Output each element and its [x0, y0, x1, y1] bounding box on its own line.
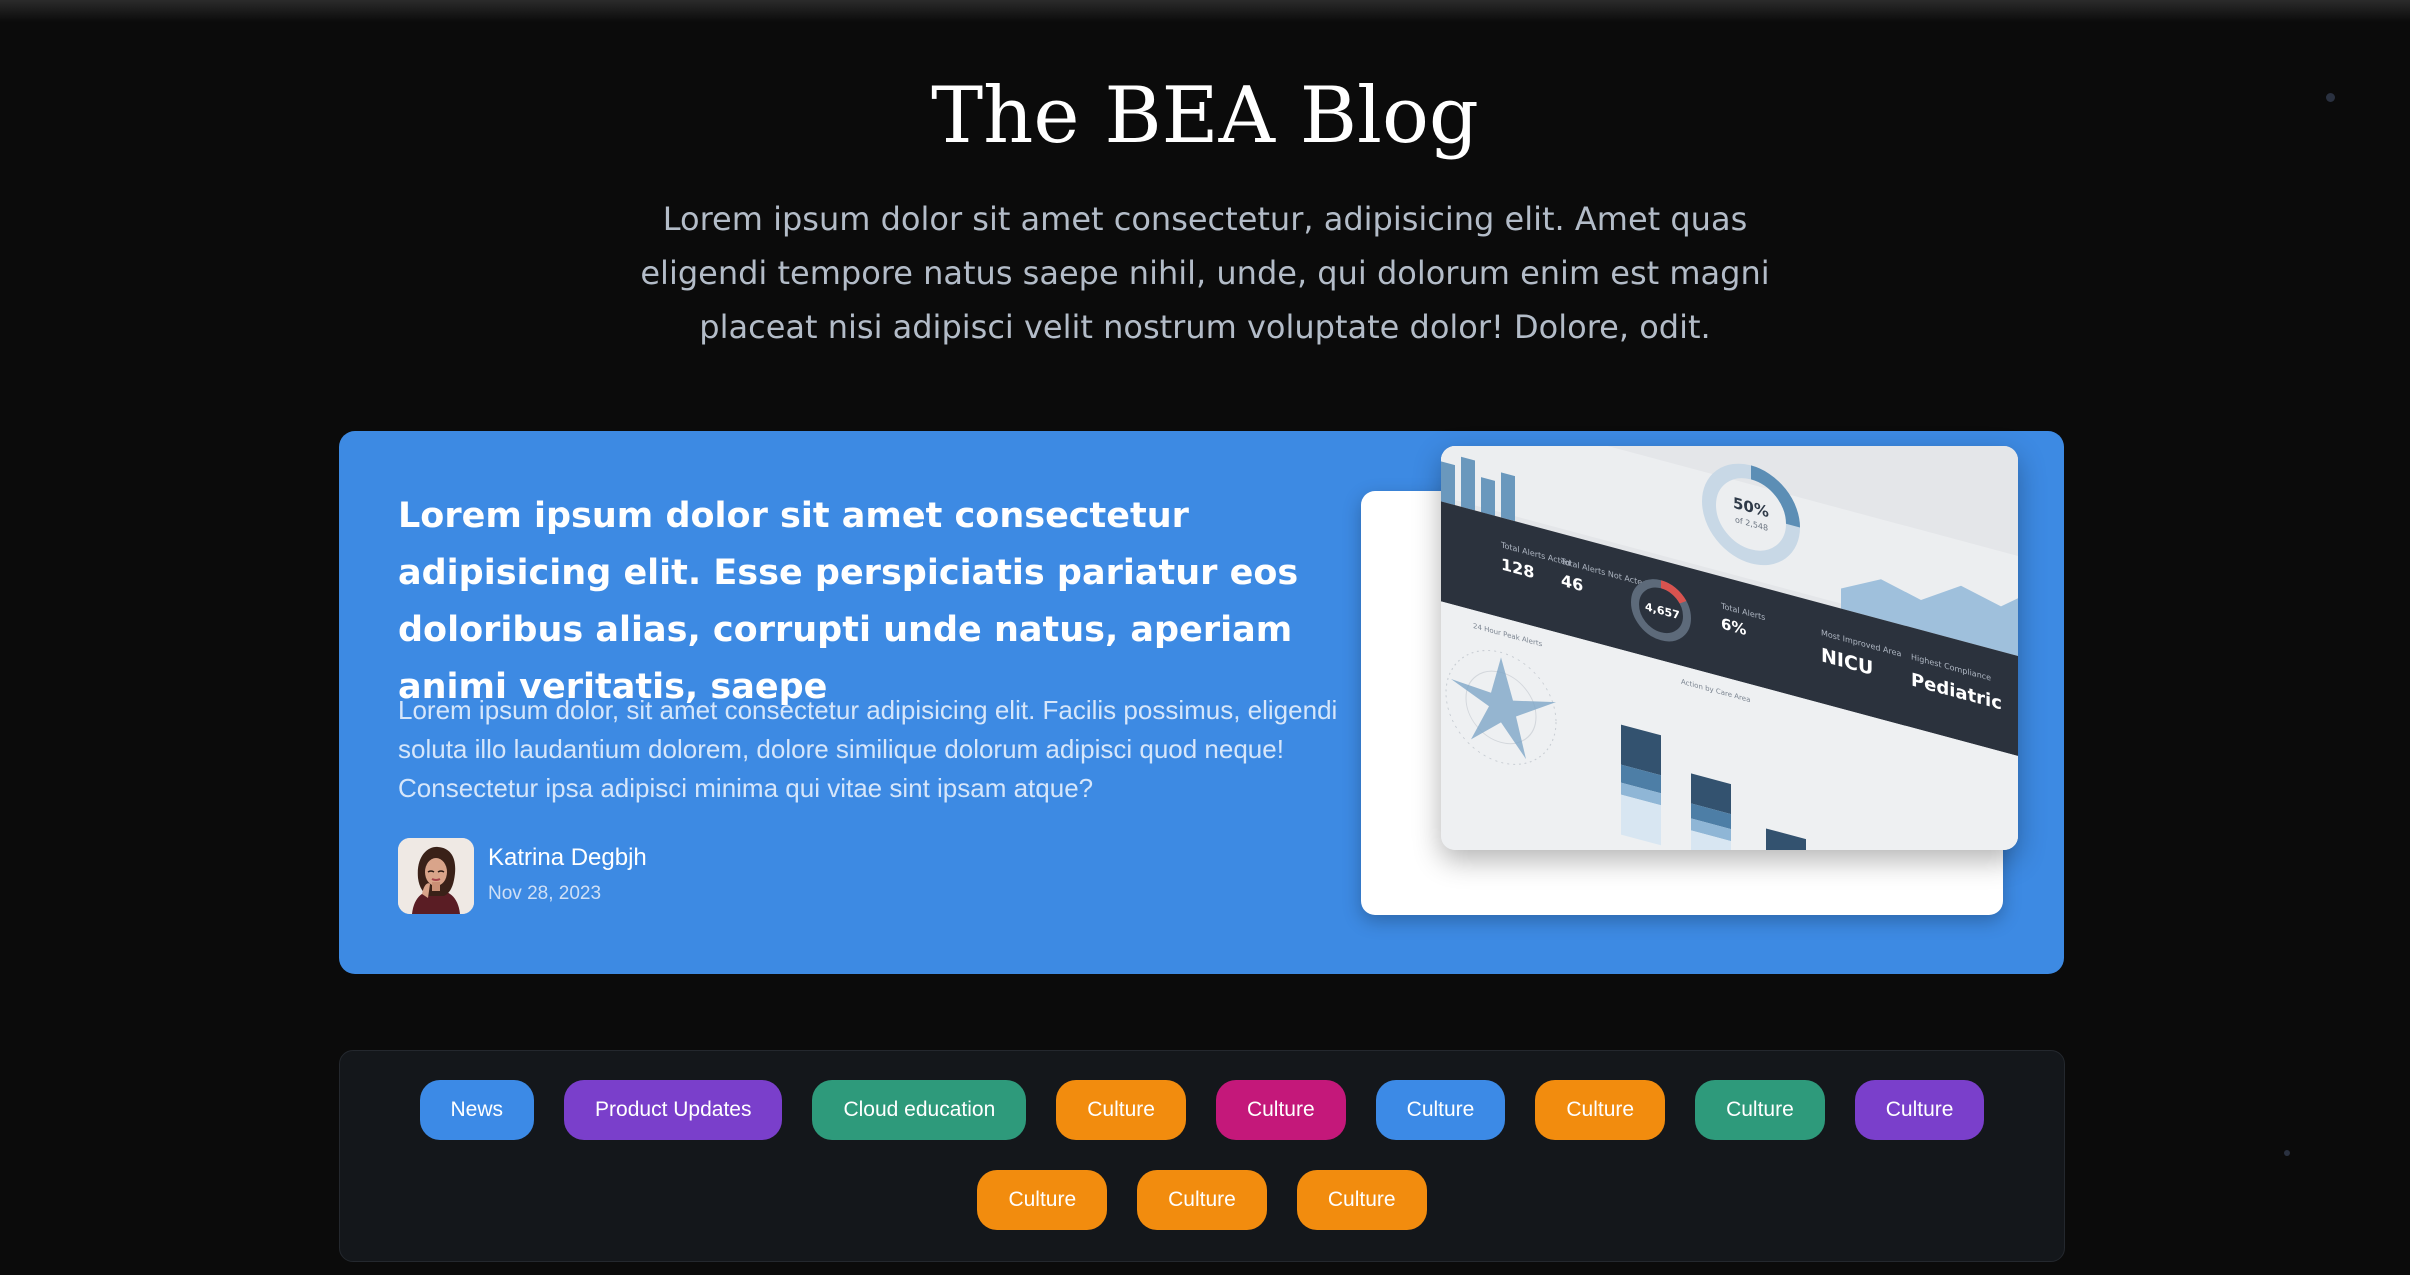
dashboard-illustration: 50% of 2,548 Total Alerts Acted 128 Tota…: [1441, 446, 2018, 850]
page-intro: Lorem ipsum dolor sit amet consectetur, …: [640, 200, 1770, 346]
author-byline: Katrina Degbjh Nov 28, 2023: [398, 838, 798, 914]
author-avatar: [398, 838, 474, 914]
tag-culture[interactable]: Culture: [1695, 1080, 1825, 1140]
tag-cloud-education[interactable]: Cloud education: [812, 1080, 1027, 1140]
tag-culture[interactable]: Culture: [1056, 1080, 1186, 1140]
tag-culture[interactable]: Culture: [1137, 1170, 1267, 1230]
decorative-dot: [2284, 1150, 2290, 1156]
tag-culture[interactable]: Culture: [1296, 1170, 1427, 1230]
post-date: Nov 28, 2023: [488, 883, 602, 904]
page-title: The BEA Blog: [931, 71, 1479, 161]
tag-product-updates[interactable]: Product Updates: [564, 1080, 783, 1140]
featured-post-headline[interactable]: Lorem ipsum dolor sit amet consectetur a…: [398, 488, 1318, 716]
tag-culture[interactable]: Culture: [1854, 1080, 1985, 1140]
decorative-dot: [2326, 93, 2335, 102]
tag-news[interactable]: News: [419, 1080, 535, 1140]
author-name[interactable]: Katrina Degbjh: [488, 844, 647, 872]
featured-post-card[interactable]: Lorem ipsum dolor sit amet consectetur a…: [339, 431, 2064, 974]
tags-row: Culture Culture Culture: [340, 1170, 2064, 1230]
tags-row: News Product Updates Cloud education Cultur…: [340, 1080, 2064, 1140]
featured-image[interactable]: 50% of 2,548 Total Alerts Acted 128 Tota…: [1441, 446, 2018, 850]
top-shadow: [0, 0, 2410, 22]
category-tags-panel: News Product Updates Cloud education Cultur…: [339, 1050, 2065, 1262]
tag-culture[interactable]: Culture: [977, 1170, 1108, 1230]
tag-culture[interactable]: Culture: [1375, 1080, 1506, 1140]
featured-post-excerpt: Lorem ipsum dolor, sit amet consectetur …: [398, 695, 1338, 803]
tag-culture[interactable]: Culture: [1215, 1080, 1346, 1140]
tag-culture[interactable]: Culture: [1535, 1080, 1666, 1140]
